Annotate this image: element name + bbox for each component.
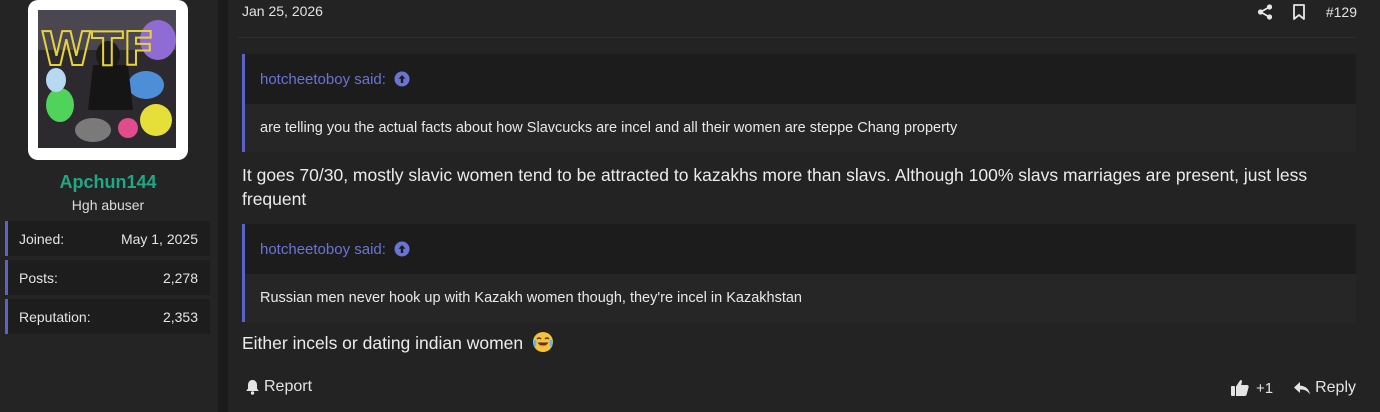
thumbs-up-icon[interactable] (1230, 378, 1250, 398)
post-message: It goes 70/30, mostly slavic women tend … (242, 165, 1308, 209)
post-container: Jan 25, 2026 #129 hotcheetoboy said: are… (228, 0, 1380, 412)
report-label[interactable]: Report (264, 378, 312, 396)
bell-icon (245, 379, 261, 395)
like-count[interactable]: +1 (1256, 380, 1273, 397)
laughing-crying-emoji-icon (532, 331, 554, 353)
avatar-image: WTF (38, 10, 176, 148)
username[interactable]: Apchun144 (0, 172, 216, 193)
like-button[interactable]: +1 (1230, 378, 1273, 398)
stat-label: Posts: (19, 269, 58, 286)
bookmark-icon[interactable] (1290, 3, 1308, 21)
quote-body: Russian men never hook up with Kazakh wo… (245, 274, 1356, 322)
post-message-text: Either incels or dating indian women (242, 333, 524, 353)
header-divider (238, 37, 1356, 38)
reply-icon (1293, 380, 1311, 396)
user-sidebar: WTF Apchun144 Hgh abuser Joined: May 1, … (0, 0, 218, 412)
post-footer-actions: +1 Reply (1230, 378, 1356, 398)
quote-author[interactable]: hotcheetoboy said: (260, 241, 386, 258)
stat-reputation: Reputation: 2,353 (5, 299, 210, 334)
quote-header[interactable]: hotcheetoboy said: (245, 54, 1356, 104)
reply-button[interactable]: Reply (1293, 379, 1356, 397)
stat-label: Reputation: (19, 308, 91, 325)
post-header-actions: #129 (1256, 2, 1357, 22)
stat-value: 2,278 (162, 269, 198, 286)
quote-author[interactable]: hotcheetoboy said: (260, 71, 386, 88)
share-icon[interactable] (1256, 3, 1274, 21)
stat-joined: Joined: May 1, 2025 (5, 221, 210, 256)
arrow-up-circle-icon[interactable] (394, 241, 410, 257)
reply-label[interactable]: Reply (1315, 379, 1356, 397)
arrow-up-circle-icon[interactable] (394, 71, 410, 87)
quote-body: are telling you the actual facts about h… (245, 104, 1356, 152)
avatar-overlay-text: WTF (41, 22, 155, 76)
user-title: Hgh abuser (71, 197, 145, 213)
quote-header[interactable]: hotcheetoboy said: (245, 224, 1356, 274)
avatar[interactable]: WTF (28, 0, 188, 160)
quote-block: hotcheetoboy said: Russian men never hoo… (242, 224, 1356, 322)
report-button[interactable]: Report (245, 378, 312, 396)
post-message: Either incels or dating indian women (242, 331, 1352, 355)
quote-block: hotcheetoboy said: are telling you the a… (242, 54, 1356, 152)
stat-posts: Posts: 2,278 (5, 260, 210, 295)
post-number[interactable]: #129 (1326, 4, 1357, 20)
post-date[interactable]: Jan 25, 2026 (242, 3, 323, 19)
stat-value: May 1, 2025 (120, 230, 198, 247)
stat-label: Joined: (19, 230, 65, 247)
column-gap (218, 0, 228, 412)
stat-value: 2,353 (162, 308, 198, 325)
